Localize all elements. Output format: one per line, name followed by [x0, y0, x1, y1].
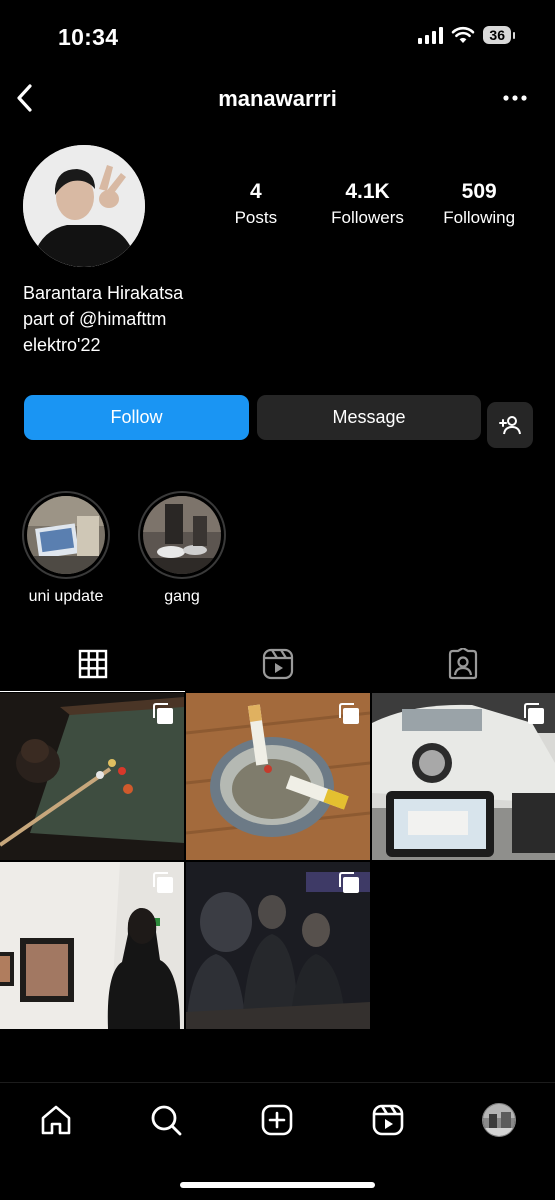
multi-post-icon [339, 703, 359, 724]
multi-post-icon [153, 703, 173, 724]
nav-create[interactable] [257, 1100, 297, 1140]
nav-search[interactable] [146, 1100, 186, 1140]
add-user-icon [499, 416, 521, 435]
post-gallery[interactable] [0, 862, 184, 1029]
stat-posts[interactable]: 4 Posts [200, 180, 312, 228]
suggested-users-button[interactable] [487, 402, 533, 448]
stat-label: Posts [234, 208, 278, 227]
avatar-photo [23, 145, 145, 267]
highlight-ring [138, 491, 226, 579]
post-night-group[interactable] [186, 862, 370, 1029]
stat-label: Following [443, 208, 516, 227]
post-billiards[interactable] [0, 693, 184, 860]
nav-reels[interactable] [368, 1100, 408, 1140]
post-car[interactable] [372, 693, 555, 860]
bio-name: Barantara Hirakatsa [23, 283, 184, 303]
nav-profile[interactable] [479, 1100, 519, 1140]
multi-post-icon [153, 872, 173, 893]
highlight-label: gang [164, 588, 200, 605]
post-ashtray[interactable] [186, 693, 370, 860]
highlight-cover [143, 496, 221, 574]
reels-icon [262, 648, 293, 680]
tab-posts-grid[interactable] [0, 640, 185, 692]
reels-icon [372, 1104, 404, 1136]
stat-followers[interactable]: 4.1K Followers [312, 180, 424, 228]
bio-line: elektro'22 [23, 335, 101, 355]
create-icon [261, 1104, 293, 1136]
highlight-ring [22, 491, 110, 579]
cellular-signal-icon [418, 26, 444, 44]
tab-tagged[interactable] [370, 640, 555, 688]
stat-value: 4.1K [345, 180, 390, 203]
bio-line: part of @himafttm [23, 309, 167, 329]
profile-tabs [0, 640, 555, 692]
stat-following[interactable]: 509 Following [423, 180, 535, 228]
follow-button[interactable]: Follow [24, 395, 249, 440]
profile-avatar [482, 1103, 516, 1137]
profile-avatar[interactable] [23, 145, 145, 267]
profile-bio: Barantara Hirakatsa part of @himafttm el… [23, 280, 183, 358]
tagged-icon [448, 648, 477, 680]
multi-post-icon [524, 703, 544, 724]
home-icon [41, 1105, 71, 1135]
stat-value: 509 [461, 180, 497, 203]
status-icons: 36 [418, 26, 515, 44]
grid-icon [78, 649, 107, 679]
highlight-label: uni update [28, 588, 104, 605]
stat-value: 4 [249, 180, 262, 203]
nav-home[interactable] [36, 1100, 76, 1140]
multi-post-icon [339, 872, 359, 893]
highlight-gang[interactable]: gang [137, 491, 227, 606]
highlight-uni-update[interactable]: uni update [21, 491, 111, 606]
tab-reels[interactable] [185, 640, 370, 688]
posts-grid [0, 693, 555, 1029]
profile-header: manawarrri [0, 76, 555, 122]
search-icon [151, 1105, 182, 1136]
home-indicator [180, 1182, 375, 1188]
message-button[interactable]: Message [257, 395, 481, 440]
more-options-button[interactable] [501, 86, 529, 110]
stat-label: Followers [331, 208, 404, 227]
highlight-cover [27, 496, 105, 574]
profile-username: manawarrri [218, 86, 337, 111]
profile-stats: 4 Posts 4.1K Followers 509 Following [200, 180, 535, 228]
battery-indicator: 36 [483, 26, 515, 44]
status-time: 10:34 [58, 24, 119, 50]
more-icon [503, 95, 527, 101]
status-bar: 10:34 36 [0, 0, 555, 76]
wifi-icon [452, 26, 475, 43]
